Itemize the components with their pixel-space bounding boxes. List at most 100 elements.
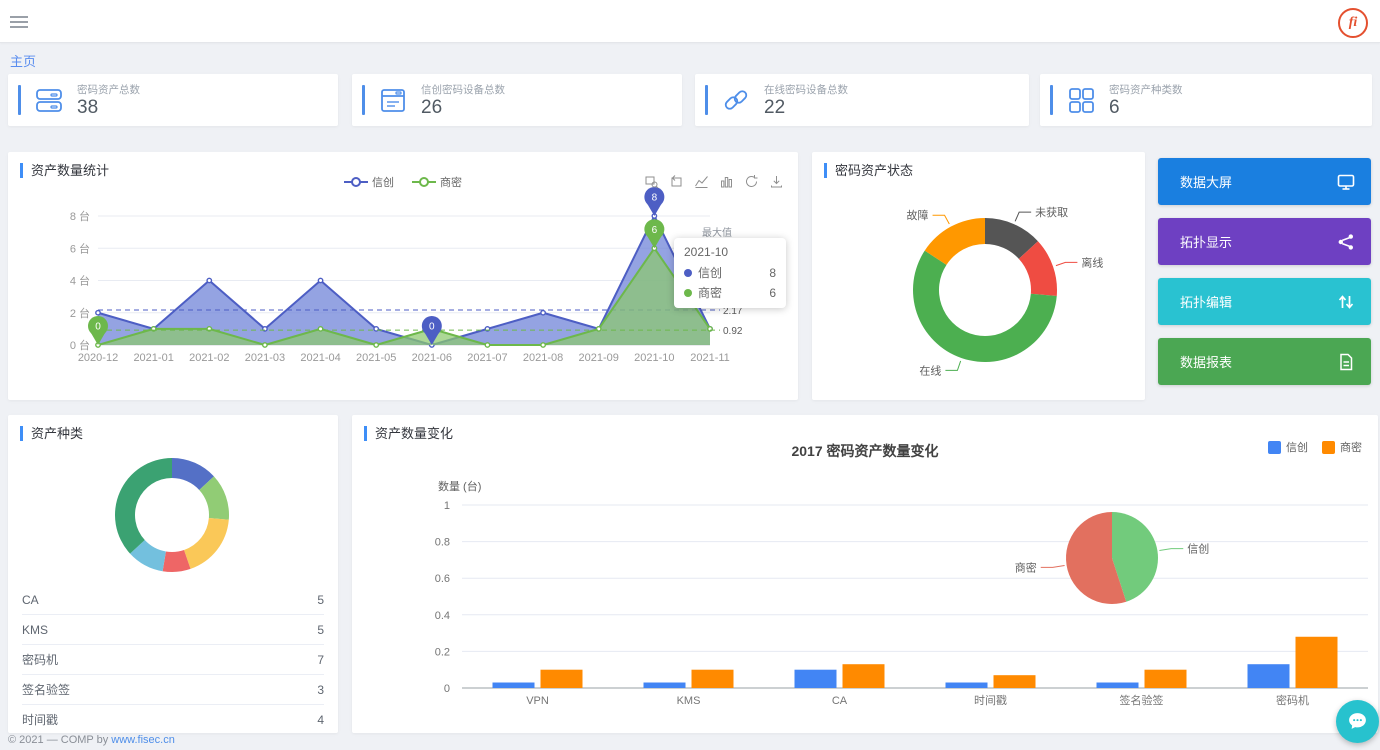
svg-text:2021-11: 2021-11 <box>690 352 730 364</box>
report-file-icon <box>1337 353 1355 371</box>
svg-text:2021-08: 2021-08 <box>523 352 563 364</box>
svg-text:0.8: 0.8 <box>435 537 450 549</box>
breadcrumb-home[interactable]: 主页 <box>10 51 36 70</box>
stat-card-xinchuang-devices: 信创密码设备总数 26 <box>352 74 682 126</box>
topology-edit-button[interactable]: 拓扑编辑 <box>1158 278 1371 325</box>
accent-bar <box>1050 85 1053 115</box>
topology-icon <box>1337 233 1355 251</box>
panel-title: 资产数量变化 <box>364 426 453 441</box>
tooltip-hint: 最大值 <box>702 224 732 239</box>
svg-text:0.6: 0.6 <box>435 573 450 585</box>
tooltip-title: 2021-10 <box>684 245 776 259</box>
legend-item[interactable]: 商密 <box>412 174 462 190</box>
svg-text:2020-12: 2020-12 <box>78 352 118 364</box>
svg-text:2 台: 2 台 <box>70 306 90 320</box>
svg-text:0: 0 <box>95 322 101 333</box>
panel-asset-status: 密码资产状态 未获取离线在线故障 <box>812 152 1145 400</box>
tooltip-row: 商密6 <box>684 284 776 301</box>
svg-text:4 台: 4 台 <box>70 274 90 288</box>
type-label: 密码机 <box>22 651 58 668</box>
list-item: KMS 5 <box>22 615 324 645</box>
stat-value: 26 <box>421 98 505 118</box>
type-label: KMS <box>22 623 48 637</box>
legend-item[interactable]: 信创 <box>344 174 394 190</box>
stat-label: 密码资产种类数 <box>1109 82 1183 97</box>
chat-bubble-icon <box>1347 711 1368 732</box>
svg-text:2021-10: 2021-10 <box>634 352 674 364</box>
bar-chart-legend: 信创商密 <box>1268 439 1362 455</box>
topbar: fi <box>0 0 1380 43</box>
svg-text:2021-07: 2021-07 <box>467 352 507 364</box>
accent-bar <box>362 85 365 115</box>
panel-asset-change: 资产数量变化 2017 密码资产数量变化 信创商密 数量 (台)00.20.40… <box>352 415 1378 733</box>
refresh-icon[interactable] <box>744 174 759 189</box>
type-count: 5 <box>317 623 324 637</box>
svg-text:0: 0 <box>444 683 450 695</box>
svg-text:2021-01: 2021-01 <box>133 352 173 364</box>
asset-status-donut-chart[interactable]: 未获取离线在线故障 <box>812 152 1145 400</box>
svg-text:时间戳: 时间戳 <box>974 694 1007 707</box>
svg-text:0 台: 0 台 <box>70 338 90 352</box>
dashboard-page: fi 主页 密码资产总数 38 信创密码设备总数 26 在线 <box>0 0 1380 750</box>
type-count: 4 <box>317 713 324 727</box>
footer-link[interactable]: www.fisec.cn <box>111 734 175 746</box>
type-label: CA <box>22 593 39 607</box>
monitor-icon <box>1337 173 1355 191</box>
svg-text:2021-05: 2021-05 <box>356 352 396 364</box>
asset-types-donut-chart[interactable] <box>8 443 338 593</box>
type-count: 3 <box>317 683 324 697</box>
svg-text:2021-04: 2021-04 <box>300 352 340 364</box>
stat-label: 密码资产总数 <box>77 82 140 97</box>
zoom-reset-icon[interactable] <box>669 174 684 189</box>
accent-bar <box>18 85 21 115</box>
quick-actions: 数据大屏 拓扑显示 拓扑编辑 数据报表 <box>1158 152 1371 400</box>
sort-arrows-icon <box>1337 293 1355 311</box>
svg-text:0: 0 <box>429 322 435 333</box>
svg-text:0.2: 0.2 <box>435 646 450 658</box>
svg-text:8: 8 <box>652 193 658 204</box>
svg-text:密码机: 密码机 <box>1276 693 1309 707</box>
svg-text:商密: 商密 <box>1015 560 1037 574</box>
type-count: 5 <box>317 593 324 607</box>
chart-toolbox <box>644 174 784 189</box>
hamburger-menu-button[interactable] <box>10 13 28 29</box>
zoom-select-icon[interactable] <box>644 174 659 189</box>
list-item: 签名验签3 <box>22 675 324 705</box>
line-chart-icon[interactable] <box>694 174 709 189</box>
svg-text:2021-06: 2021-06 <box>412 352 452 364</box>
stat-label: 信创密码设备总数 <box>421 82 505 97</box>
list-item: CA 5 <box>22 585 324 615</box>
legend-item[interactable]: 商密 <box>1322 439 1362 455</box>
bar-chart-icon[interactable] <box>719 174 734 189</box>
chat-fab-button[interactable] <box>1336 700 1379 743</box>
svg-text:0.92: 0.92 <box>723 326 743 337</box>
svg-text:KMS: KMS <box>677 695 701 707</box>
asset-type-list: CA5KMS5密码机7签名验签3时间戳4 <box>8 585 338 733</box>
stat-label: 在线密码设备总数 <box>764 82 848 97</box>
panel-title: 密码资产状态 <box>824 163 913 178</box>
link-icon <box>721 85 751 115</box>
stat-card-online-devices: 在线密码设备总数 22 <box>695 74 1029 126</box>
asset-change-bar-chart[interactable]: 数量 (台)00.20.40.60.81VPNKMSCA时间戳签名验签密码机信创… <box>352 470 1378 730</box>
svg-text:6: 6 <box>652 225 658 236</box>
panel-title: 资产数量统计 <box>20 163 109 178</box>
svg-text:未获取: 未获取 <box>1035 206 1068 219</box>
brand-logo: fi <box>1338 8 1368 38</box>
download-icon[interactable] <box>769 174 784 189</box>
legend-item[interactable]: 信创 <box>1268 439 1308 455</box>
data-screen-button[interactable]: 数据大屏 <box>1158 158 1371 205</box>
bar-chart-title: 2017 密码资产数量变化 <box>352 441 1378 461</box>
stat-value: 22 <box>764 98 848 118</box>
device-card-icon <box>378 85 408 115</box>
svg-text:0.4: 0.4 <box>435 610 450 622</box>
list-item: 时间戳4 <box>22 705 324 733</box>
svg-text:VPN: VPN <box>526 695 549 707</box>
tooltip-row: 信创8 <box>684 264 776 281</box>
svg-text:8 台: 8 台 <box>70 209 90 223</box>
topology-view-button[interactable]: 拓扑显示 <box>1158 218 1371 265</box>
stat-card-total-assets: 密码资产总数 38 <box>8 74 338 126</box>
svg-text:信创: 信创 <box>1187 543 1209 556</box>
panel-title: 资产种类 <box>20 426 83 441</box>
svg-text:2021-09: 2021-09 <box>579 352 619 364</box>
data-report-button[interactable]: 数据报表 <box>1158 338 1371 385</box>
